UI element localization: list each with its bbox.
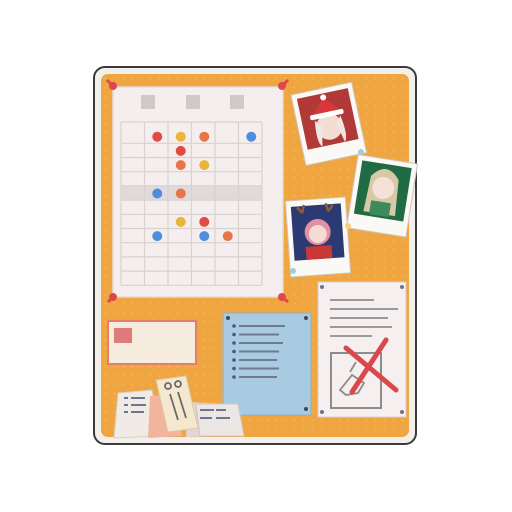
calendar-dot-red (175, 145, 186, 156)
photo-green-girl[interactable] (346, 154, 419, 238)
calendar-dot-blue (152, 231, 163, 242)
photo-santa-girl[interactable] (290, 81, 368, 167)
blue-memo[interactable] (222, 312, 312, 416)
bullet-icon (232, 358, 236, 362)
pin-icon (105, 78, 117, 90)
calendar-dot-orange (222, 231, 233, 242)
photo-reindeer-girl[interactable] (284, 196, 352, 278)
bullet-icon (232, 324, 236, 328)
bullet-icon (232, 366, 236, 371)
bullet-icon (232, 332, 236, 337)
note-card[interactable] (107, 320, 197, 365)
calendar-dot-yellow (175, 131, 186, 142)
bullet-icon (232, 341, 236, 345)
calendar-dot-blue (199, 231, 210, 242)
calendar-dot-orange (175, 188, 186, 199)
calendar-header-tab (230, 95, 244, 109)
pin-icon (290, 268, 296, 274)
calendar-header-tab (141, 95, 155, 109)
calendar-sheet[interactable] (112, 86, 284, 298)
calendar-dot-yellow (175, 216, 186, 227)
color-swatch (114, 328, 132, 343)
bullet-icon (232, 349, 236, 354)
calendar-dot-orange (175, 160, 186, 171)
calendar-dot-blue (246, 131, 257, 142)
calendar-header-tab (186, 95, 200, 109)
calendar-dot-red (152, 131, 163, 142)
pin-icon (278, 293, 289, 304)
bullet-icon (232, 375, 236, 379)
checklist-paper[interactable] (317, 281, 407, 418)
calendar-dot-orange (199, 131, 210, 142)
calendar-dot-red (199, 216, 210, 227)
calendar-dot-blue (152, 188, 163, 199)
pin-icon (345, 223, 351, 229)
pin-icon (106, 293, 117, 304)
pin-icon (278, 78, 290, 90)
calendar-dot-yellow (199, 160, 210, 171)
board-scene (105, 78, 419, 439)
pin-icon (358, 149, 364, 155)
